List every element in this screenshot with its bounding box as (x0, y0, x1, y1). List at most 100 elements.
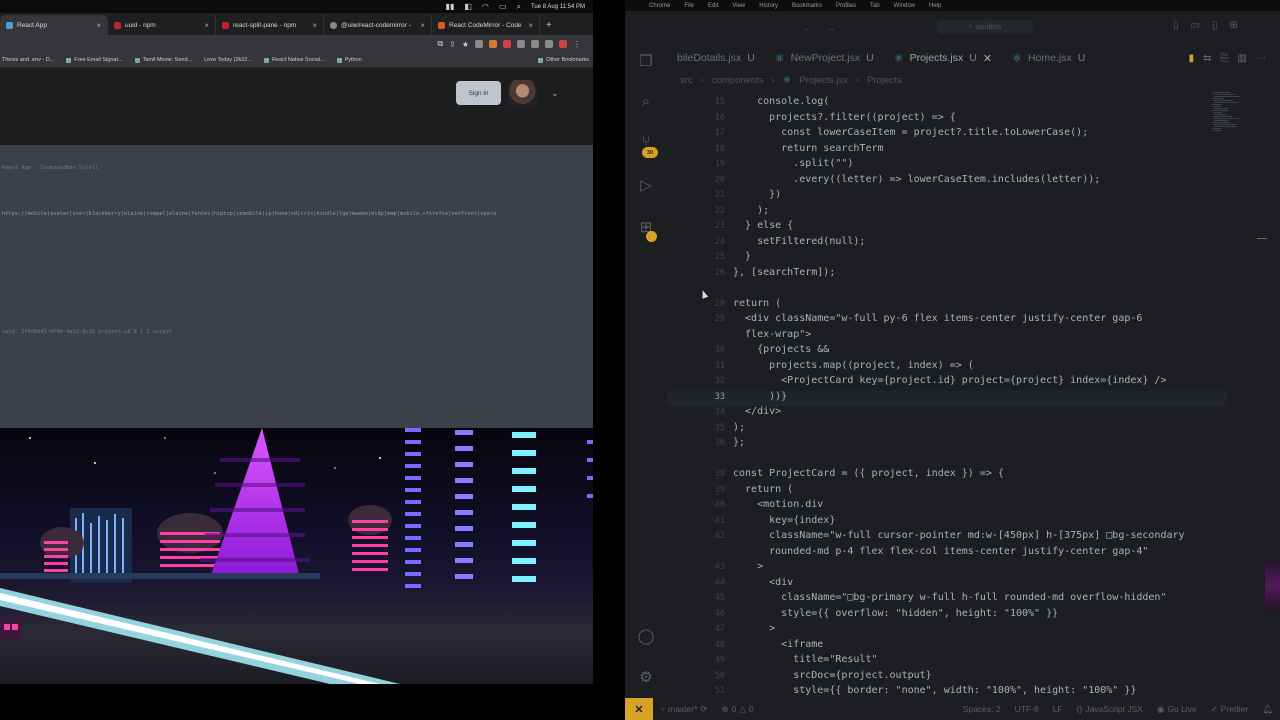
close-tab-icon[interactable]: × (420, 21, 425, 30)
extension-icon[interactable] (545, 40, 553, 48)
manage-gear-icon[interactable]: ⚙ (636, 667, 656, 687)
code-line[interactable]: 29 <div className="w-full py-6 flex item… (667, 313, 1227, 328)
code-line[interactable]: 20 .every((letter) => lowerCaseItem.incl… (667, 174, 1227, 189)
menu-kebab-icon[interactable]: ⋮ (573, 40, 581, 49)
code-line[interactable]: 28 return ( (667, 298, 1227, 313)
code-line[interactable]: rounded-md p-4 flex flex-col items-cente… (667, 546, 1227, 561)
code-line[interactable]: 48 <iframe (667, 639, 1227, 654)
tab-mobile-details[interactable]: bileDotails.jsx U (667, 45, 765, 71)
code-line[interactable]: 16 projects?.filter((project) => { (667, 112, 1227, 127)
wifi-icon[interactable]: ◠ (482, 2, 489, 11)
menu-item[interactable]: Bookmarks (792, 3, 822, 9)
screenshot-icon[interactable]: ⧉ (437, 39, 443, 49)
code-line[interactable]: 36}; (667, 437, 1227, 452)
extension-icon[interactable] (503, 40, 511, 48)
new-tab-button[interactable]: + (540, 15, 558, 35)
code-line[interactable]: 34 </div> (667, 406, 1227, 421)
menu-item[interactable]: Profiles (836, 3, 856, 9)
close-tab-icon[interactable]: × (96, 21, 101, 30)
menu-item[interactable]: History (759, 3, 778, 9)
code-line[interactable]: 30 {projects && (667, 344, 1227, 359)
toggle-panel-icon[interactable]: ▭ (1191, 20, 1200, 31)
go-live-status[interactable]: ◉ Go Live (1150, 704, 1204, 715)
breadcrumb-item[interactable]: components (712, 75, 764, 86)
code-line[interactable]: 19 .split("") (667, 158, 1227, 173)
share-icon[interactable]: ⇪ (449, 40, 456, 49)
explorer-icon[interactable]: ❐ (636, 51, 656, 71)
bookmark-item[interactable]: Love Today (2k22... (204, 57, 252, 63)
breadcrumb-item[interactable]: src (680, 75, 693, 86)
battery-icon[interactable]: ▭ (499, 2, 507, 11)
menu-item[interactable]: Tab (870, 3, 880, 9)
extension-icon[interactable] (489, 40, 497, 48)
search-icon[interactable]: ⌕ (636, 91, 656, 111)
code-line[interactable] (667, 453, 1227, 468)
code-line[interactable]: 31 projects.map((project, index) => ( (667, 360, 1227, 375)
close-tab-icon[interactable]: × (312, 21, 317, 30)
other-bookmarks[interactable]: Other Bookmarks (538, 57, 589, 63)
minimap[interactable] (1212, 92, 1242, 132)
code-line[interactable]: 46 style={{ overflow: "hidden", height: … (667, 608, 1227, 623)
menu-item[interactable]: Chrome (649, 3, 670, 9)
code-line[interactable]: 42 className="w-full cursor-pointer md:w… (667, 530, 1227, 545)
bookmark-item[interactable]: Free Email Signat... (66, 57, 123, 63)
code-line[interactable]: 33 ))} (667, 390, 1227, 406)
close-tab-icon[interactable]: × (204, 21, 209, 30)
code-line[interactable]: 35); (667, 422, 1227, 437)
sync-icon[interactable]: ⟳ (700, 704, 707, 715)
code-line[interactable]: 41 key={index} (667, 515, 1227, 530)
code-line[interactable]: 39 return ( (667, 484, 1227, 499)
code-line[interactable]: 49 title="Result" (667, 654, 1227, 669)
breadcrumb-item[interactable]: Projects.jsx (799, 75, 848, 86)
bookmark-item[interactable]: Python (336, 57, 362, 63)
control-center-icon[interactable]: ◧ (464, 2, 472, 11)
language-status[interactable]: {} JavaScript JSX (1070, 704, 1150, 715)
code-line[interactable]: 47 > (667, 623, 1227, 638)
breadcrumb-item[interactable]: Projects (867, 75, 901, 86)
extension-icon[interactable] (517, 40, 525, 48)
search-icon[interactable]: ⌕ (516, 2, 520, 12)
profile-icon[interactable] (559, 40, 567, 48)
bookmark-star-icon[interactable]: ★ (462, 40, 469, 49)
menu-item[interactable]: Edit (708, 3, 718, 9)
open-changes-icon[interactable]: ⎘ (1221, 53, 1229, 64)
bookmark-item[interactable]: React Native Social... (264, 57, 325, 63)
menu-item[interactable]: Window (894, 3, 915, 9)
command-center[interactable]: ⌕ sandbox (937, 20, 1033, 34)
code-line[interactable]: 43 > (667, 561, 1227, 576)
code-line[interactable]: 21 }) (667, 189, 1227, 204)
code-line[interactable]: 45 className="□bg-primary w-full h-full … (667, 592, 1227, 607)
extension-icon[interactable] (475, 40, 483, 48)
code-line[interactable]: 38 const ProjectCard = ({ project, index … (667, 468, 1227, 483)
indentation-status[interactable]: Spaces: 2 (956, 704, 1008, 715)
forward-arrow-icon[interactable]: → (826, 23, 849, 33)
problems-status[interactable]: ⊗ 0 △ 0 (715, 704, 761, 715)
code-line[interactable]: 32 <ProjectCard key={project.id} project… (667, 375, 1227, 390)
code-line[interactable]: flex-wrap"> (667, 329, 1227, 344)
extension-icon[interactable] (531, 40, 539, 48)
bookmark-item[interactable]: Thesis and .env - D... (2, 57, 54, 63)
tab-projects[interactable]: ⚛ Projects.jsx U ✕ (884, 45, 1002, 71)
compare-icon[interactable]: ⇆ (1203, 53, 1211, 64)
code-line[interactable]: 22 ); (667, 205, 1227, 220)
close-tab-icon[interactable]: × (528, 21, 533, 30)
menu-item[interactable]: View (732, 3, 745, 9)
remote-indicator-icon[interactable]: ✕ (625, 698, 653, 720)
code-line[interactable]: 26}, [searchTerm]); (667, 267, 1227, 282)
record-icon[interactable]: ▮▮ (446, 2, 455, 11)
branch-status[interactable]: ⑂ master* ⟳ (653, 704, 715, 715)
split-editor-icon[interactable]: ▥ (1238, 53, 1247, 64)
chrome-tab-split-pane[interactable]: react-split-pane - npm × (216, 15, 324, 35)
toggle-sidebar-icon[interactable]: ▯ (1173, 20, 1179, 31)
close-icon[interactable]: ✕ (983, 52, 992, 65)
chrome-tab-codemirror[interactable]: React CodeMirror - Code × (432, 15, 540, 35)
tab-home[interactable]: ⚛ Home.jsx U (1002, 45, 1095, 71)
encoding-status[interactable]: UTF-8 (1008, 704, 1046, 715)
sign-in-button[interactable]: Sign in (456, 81, 501, 105)
code-editor[interactable]: 15 console.log(16 projects?.filter((proj… (667, 92, 1280, 698)
chrome-tab-uiw-codemirror[interactable]: @uiw/react-codemirror - × (324, 15, 432, 35)
code-line[interactable]: 18 return searchTerm (667, 143, 1227, 158)
avatar[interactable] (508, 80, 537, 107)
code-line[interactable]: 25 } (667, 251, 1227, 266)
account-icon[interactable]: ◯ (636, 626, 656, 646)
